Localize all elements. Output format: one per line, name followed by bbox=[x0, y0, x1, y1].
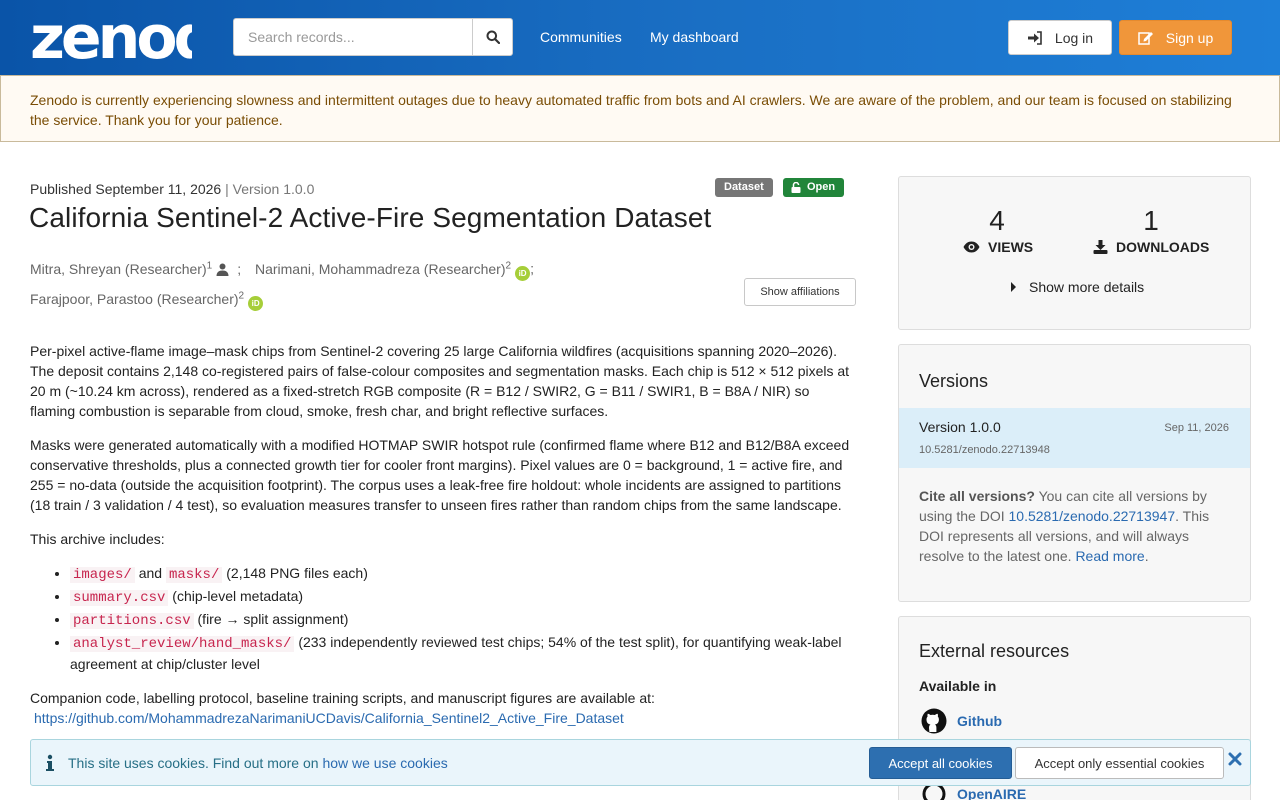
accept-all-cookies-button[interactable]: Accept all cookies bbox=[869, 747, 1012, 779]
creator[interactable]: Mitra, Shreyan (Researcher)1 bbox=[30, 260, 213, 277]
svg-text:zenodo: zenodo bbox=[30, 6, 192, 62]
creator-separator: ; bbox=[237, 260, 242, 277]
description-paragraph: Per-pixel active-flame image–mask chips … bbox=[30, 343, 850, 419]
description-paragraph: Masks were generated automatically with … bbox=[30, 437, 850, 513]
code-path: analyst_review/hand_masks/ bbox=[70, 636, 295, 652]
version-doi: 10.5281/zenodo.22713948 bbox=[919, 444, 1050, 456]
companion-code-text: Companion code, labelling protocol, base… bbox=[30, 690, 655, 706]
caret-right-icon bbox=[1011, 282, 1016, 292]
read-more-link[interactable]: Read more bbox=[1075, 548, 1144, 564]
orcid-icon[interactable]: iD bbox=[248, 296, 264, 312]
github-resource-label: Github bbox=[957, 713, 1003, 729]
stats-card: 4 VIEWS 1 DOWNLOADS Show more details bbox=[898, 176, 1251, 330]
views-label: VIEWS bbox=[988, 239, 1034, 255]
code-path: summary.csv bbox=[70, 590, 169, 606]
list-text: and bbox=[134, 565, 166, 581]
creator[interactable]: Narimani, Mohammadreza (Researcher)2 bbox=[254, 260, 512, 277]
show-affiliations-button[interactable]: Show affiliations bbox=[744, 278, 856, 306]
access-badge[interactable]: Open bbox=[783, 178, 845, 197]
versions-card: Versions Version 1.0.0 10.5281/zenodo.22… bbox=[898, 344, 1251, 602]
cookie-banner: This site uses cookies. Find out more on… bbox=[30, 739, 1251, 786]
publication-info: Published September 11, 2026 | Version 1… bbox=[30, 181, 314, 197]
eye-icon bbox=[963, 241, 980, 253]
version-name: Version 1.0.0 bbox=[919, 419, 1001, 435]
show-more-details-label: Show more details bbox=[1029, 279, 1145, 295]
record-title: California Sentinel-2 Active-Fire Segmen… bbox=[29, 202, 712, 233]
info-icon bbox=[46, 754, 54, 771]
login-button[interactable]: Log in bbox=[1008, 20, 1112, 55]
top-header: zenodo Communities My dashboard Log in S… bbox=[0, 0, 1280, 75]
edit-icon bbox=[1138, 32, 1153, 45]
creator-separator: ; bbox=[530, 260, 534, 277]
affiliation-number: 1 bbox=[206, 260, 213, 271]
show-more-details-toggle[interactable]: Show more details bbox=[1011, 279, 1144, 295]
views-count: 4 bbox=[989, 205, 1005, 236]
downloads-count: 1 bbox=[1143, 205, 1159, 236]
signup-label: Sign up bbox=[1165, 29, 1214, 46]
search-icon bbox=[486, 30, 500, 44]
list-text: (fire → split assignment) bbox=[193, 611, 349, 627]
downloads-label: DOWNLOADS bbox=[1116, 239, 1210, 255]
list-text: (2,148 PNG files each) bbox=[222, 565, 368, 581]
unlock-icon bbox=[791, 182, 801, 193]
person-icon bbox=[216, 263, 229, 276]
affiliation-number: 2 bbox=[238, 290, 245, 302]
cookie-message: This site uses cookies. Find out more on… bbox=[68, 755, 448, 771]
creators-list: Mitra, Shreyan (Researcher)1; Narimani, … bbox=[30, 252, 570, 313]
list-item: summary.csv (chip-level metadata) bbox=[70, 586, 855, 608]
nav-my-dashboard[interactable]: My dashboard bbox=[650, 29, 739, 45]
list-item: analyst_review/hand_masks/ (233 independ… bbox=[70, 632, 855, 674]
accept-essential-cookies-button[interactable]: Accept only essential cookies bbox=[1015, 747, 1224, 779]
code-path: images/ bbox=[70, 567, 135, 583]
search-bar bbox=[233, 18, 513, 56]
list-text: (chip-level metadata) bbox=[168, 588, 304, 604]
version-date: Sep 11, 2026 bbox=[1164, 422, 1229, 434]
github-resource-link[interactable]: Github bbox=[921, 708, 1002, 734]
cookie-policy-link[interactable]: how we use cookies bbox=[322, 755, 447, 771]
orcid-icon[interactable]: iD bbox=[515, 265, 531, 281]
github-icon bbox=[921, 708, 947, 734]
affiliation-number: 2 bbox=[505, 260, 512, 271]
creator-name: Mitra, Shreyan (Researcher) bbox=[30, 260, 207, 277]
downloads-label-group: DOWNLOADS bbox=[1093, 239, 1209, 255]
banner-text: Zenodo is currently experiencing slownes… bbox=[30, 92, 1232, 128]
openaire-resource-label: OpenAIRE bbox=[957, 786, 1027, 800]
available-in-label: Available in bbox=[919, 678, 997, 694]
resource-type-badge: Dataset bbox=[715, 178, 773, 197]
download-icon bbox=[1093, 240, 1108, 254]
sign-in-icon bbox=[1027, 30, 1042, 45]
github-repo-link[interactable]: https://github.com/MohammadrezaNarimaniU… bbox=[34, 710, 624, 726]
version-item[interactable]: Version 1.0.0 10.5281/zenodo.22713948 Se… bbox=[899, 408, 1250, 468]
published-date: Published September 11, 2026 bbox=[30, 181, 222, 197]
access-label: Open bbox=[807, 181, 836, 193]
external-resources-heading: External resources bbox=[919, 641, 1070, 661]
concept-doi-link[interactable]: 10.5281/zenodo.22713947 bbox=[1009, 508, 1176, 524]
close-icon[interactable] bbox=[1228, 752, 1242, 766]
creator-name: Narimani, Mohammadreza (Researcher) bbox=[254, 260, 506, 277]
versions-heading: Versions bbox=[919, 371, 989, 391]
search-input[interactable] bbox=[233, 18, 472, 56]
description-paragraph: This archive includes: bbox=[30, 531, 165, 547]
outage-banner: Zenodo is currently experiencing slownes… bbox=[0, 75, 1280, 142]
code-path: partitions.csv bbox=[70, 613, 194, 629]
creator[interactable]: Farajpoor, Parastoo (Researcher)2 bbox=[30, 290, 245, 308]
cookie-text: This site uses cookies. Find out more on bbox=[68, 755, 323, 771]
zenodo-logo[interactable]: zenodo bbox=[30, 6, 192, 62]
cite-period: . bbox=[1144, 548, 1149, 564]
version-info: | Version 1.0.0 bbox=[225, 181, 315, 197]
signup-button[interactable]: Sign up bbox=[1119, 20, 1232, 55]
creator-name: Farajpoor, Parastoo (Researcher) bbox=[30, 291, 239, 308]
search-button[interactable] bbox=[472, 18, 513, 56]
list-item: images/ and masks/ (2,148 PNG files each… bbox=[70, 563, 855, 585]
cite-all-versions: Cite all versions? You can cite all vers… bbox=[919, 486, 1231, 566]
archive-contents-list: images/ and masks/ (2,148 PNG files each… bbox=[70, 563, 855, 674]
views-label-group: VIEWS bbox=[963, 239, 1033, 255]
nav-communities[interactable]: Communities bbox=[540, 29, 622, 45]
list-item: partitions.csv (fire → split assignment) bbox=[70, 609, 855, 631]
cite-heading: Cite all versions? bbox=[919, 488, 1035, 504]
record-description: Per-pixel active-flame image–mask chips … bbox=[30, 341, 855, 728]
code-path: masks/ bbox=[165, 567, 223, 583]
login-label: Log in bbox=[1054, 29, 1094, 46]
